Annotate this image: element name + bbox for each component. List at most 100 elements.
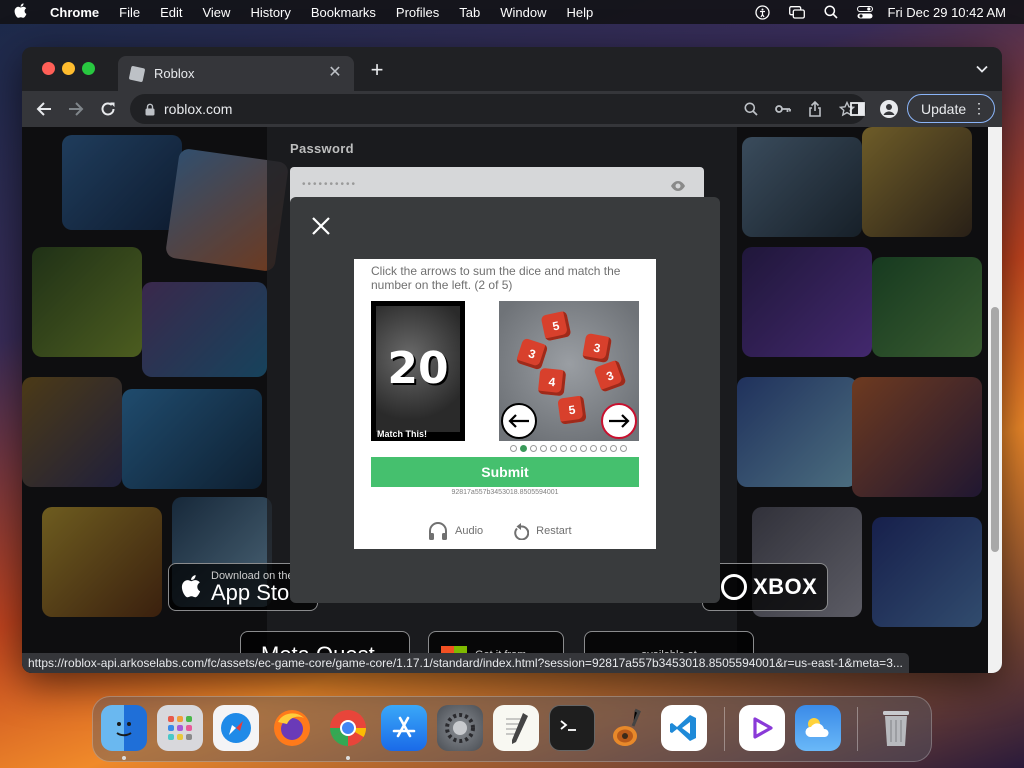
forward-arrow-icon[interactable]: [64, 97, 88, 121]
spotlight-search-icon[interactable]: [814, 5, 848, 19]
side-panel-icon[interactable]: [844, 96, 870, 122]
window-zoom-button[interactable]: [82, 62, 95, 75]
target-number: 20: [387, 343, 449, 394]
position-dot: [580, 445, 587, 452]
die: 3: [593, 359, 627, 393]
die: 3: [515, 337, 549, 371]
textedit-icon[interactable]: [493, 705, 539, 751]
menu-bookmarks[interactable]: Bookmarks: [301, 5, 386, 20]
page-viewport: Password •••••••••• Download on the App …: [22, 127, 1002, 673]
target-caption: Match This!: [377, 429, 428, 439]
share-icon[interactable]: [806, 100, 824, 118]
weather-icon[interactable]: [795, 705, 841, 751]
position-dot: [530, 445, 537, 452]
terminal-icon[interactable]: [549, 705, 595, 751]
link-status-bubble: https://roblox-api.arkoselabs.com/fc/ass…: [22, 653, 909, 673]
die: 5: [540, 310, 572, 342]
more-options-icon[interactable]: ⋮: [972, 100, 986, 116]
captcha-footer: Audio Restart: [428, 522, 572, 540]
position-dot: [510, 445, 517, 452]
dock-separator: [724, 707, 725, 751]
visual-studio-icon[interactable]: [739, 705, 785, 751]
audio-button[interactable]: Audio: [428, 522, 483, 540]
accessibility-icon[interactable]: [746, 4, 780, 20]
apple-logo-icon: [181, 574, 203, 600]
position-dot: [620, 445, 627, 452]
restart-label: Restart: [536, 525, 572, 537]
menu-help[interactable]: Help: [557, 5, 604, 20]
window-minimize-button[interactable]: [62, 62, 75, 75]
tab-search-chevron-icon[interactable]: [976, 62, 988, 76]
position-dot: [560, 445, 567, 452]
show-password-eye-icon[interactable]: [670, 179, 686, 195]
screen-mirroring-icon[interactable]: [780, 5, 814, 19]
position-dot: [550, 445, 557, 452]
position-dot: [590, 445, 597, 452]
password-key-icon[interactable]: [774, 100, 792, 118]
die: 5: [557, 395, 587, 425]
safari-icon[interactable]: [213, 705, 259, 751]
modal-close-icon[interactable]: [310, 215, 334, 239]
menubar-clock[interactable]: Fri Dec 29 10:42 AM: [882, 5, 1024, 20]
vscode-icon[interactable]: [661, 705, 707, 751]
captcha-challenge: Click the arrows to sum the dice and mat…: [354, 259, 656, 549]
menu-file[interactable]: File: [109, 5, 150, 20]
page-scrollbar[interactable]: [988, 127, 1002, 673]
xbox-badge-label: XBOX: [753, 574, 818, 599]
menu-history[interactable]: History: [240, 5, 300, 20]
die: 4: [537, 367, 567, 397]
menu-profiles[interactable]: Profiles: [386, 5, 449, 20]
control-center-icon[interactable]: [848, 5, 882, 19]
captcha-instructions: Click the arrows to sum the dice and mat…: [371, 264, 621, 292]
launchpad-icon[interactable]: [157, 705, 203, 751]
apple-menu-icon[interactable]: [0, 3, 40, 21]
menu-window[interactable]: Window: [490, 5, 556, 20]
firefox-icon[interactable]: [269, 705, 315, 751]
tab-roblox[interactable]: Roblox ✕: [118, 56, 354, 91]
password-label: Password: [290, 141, 354, 156]
next-arrow-button[interactable]: [601, 403, 637, 439]
position-dot: [520, 445, 527, 452]
session-id: 92817a557b3453018.8505594001: [451, 489, 559, 496]
position-dot: [540, 445, 547, 452]
xbox-badge[interactable]: XBOX: [702, 563, 828, 611]
lock-icon[interactable]: [144, 102, 156, 116]
menu-app-name[interactable]: Chrome: [40, 5, 109, 20]
position-dot: [600, 445, 607, 452]
search-icon[interactable]: [742, 100, 760, 118]
system-settings-icon[interactable]: [437, 705, 483, 751]
submit-button[interactable]: Submit: [371, 457, 639, 487]
garageband-icon[interactable]: [605, 705, 651, 751]
password-mask: ••••••••••: [302, 179, 358, 190]
menu-tab[interactable]: Tab: [449, 5, 490, 20]
window-close-button[interactable]: [42, 62, 55, 75]
profile-avatar-icon[interactable]: [876, 96, 902, 122]
menu-edit[interactable]: Edit: [150, 5, 192, 20]
dice-image: 5 3 3 3 4 5: [499, 301, 639, 441]
chrome-running-indicator: [346, 756, 350, 760]
dock: [92, 696, 932, 762]
dock-separator: [857, 707, 858, 751]
browser-toolbar: roblox.com Update ⋮: [22, 91, 1002, 127]
reload-icon[interactable]: [96, 97, 120, 121]
restart-button[interactable]: Restart: [513, 522, 572, 540]
tab-close-icon[interactable]: ✕: [326, 64, 344, 82]
chrome-icon[interactable]: [325, 705, 371, 751]
position-dot: [570, 445, 577, 452]
roblox-favicon-icon: [128, 65, 146, 82]
finder-icon[interactable]: [101, 705, 147, 751]
menu-bar: Chrome File Edit View History Bookmarks …: [0, 0, 1024, 24]
address-bar[interactable]: roblox.com: [130, 94, 866, 124]
app-store-icon[interactable]: [381, 705, 427, 751]
trash-icon[interactable]: [873, 705, 919, 751]
menu-view[interactable]: View: [192, 5, 240, 20]
update-button[interactable]: Update ⋮: [907, 94, 995, 123]
update-label: Update: [921, 100, 967, 117]
audio-label: Audio: [455, 525, 484, 537]
address-url[interactable]: roblox.com: [164, 101, 232, 117]
new-tab-button[interactable]: +: [366, 59, 388, 82]
image-position-dots: [510, 445, 627, 452]
previous-arrow-button[interactable]: [501, 403, 537, 439]
scrollbar-thumb[interactable]: [991, 307, 999, 552]
back-arrow-icon[interactable]: [32, 97, 56, 121]
